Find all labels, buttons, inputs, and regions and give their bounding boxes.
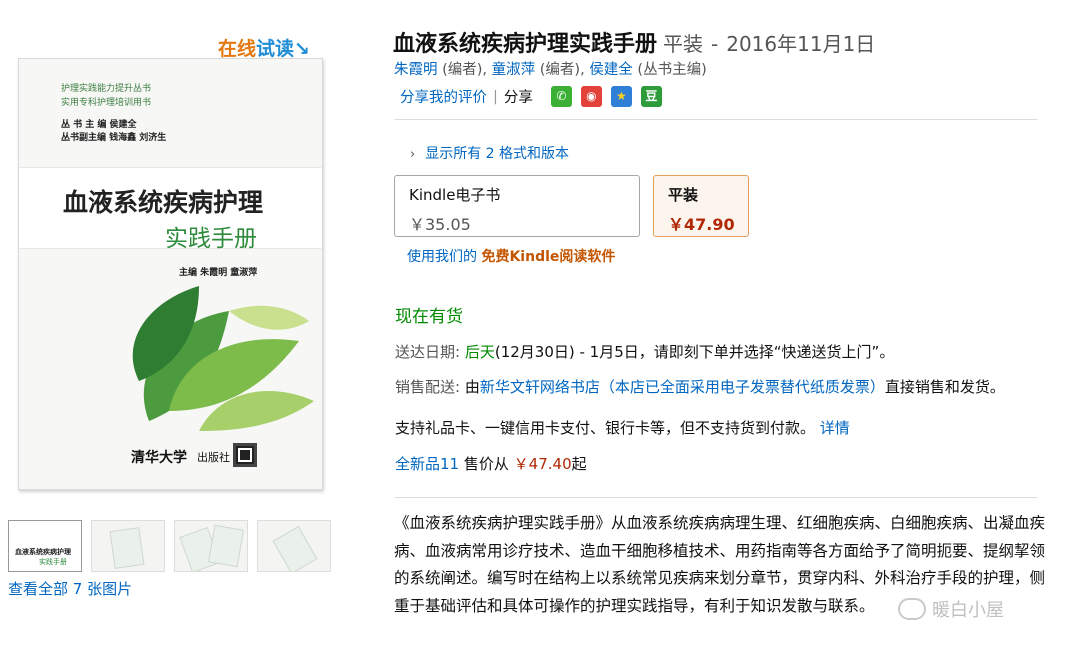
product-title-row: 血液系统疾病护理实践手册 平装 -2016年11月1日: [393, 26, 875, 58]
author-link[interactable]: 侯建全: [589, 62, 633, 78]
format-option-paperback[interactable]: 平装 ￥47.90: [653, 175, 749, 237]
trial-label-part2: 试读: [256, 38, 295, 60]
thumbnail-3[interactable]: [174, 520, 248, 572]
product-format: 平装: [663, 32, 704, 56]
format-price: ￥35.05: [409, 215, 471, 234]
wechat-icon[interactable]: ✆: [550, 86, 572, 107]
douban-icon[interactable]: 豆: [640, 86, 662, 107]
kindle-app-prefix: 使用我们的: [407, 249, 477, 265]
cover-editor-line1: 丛 书 主 编 侯建全: [61, 120, 137, 130]
thumbnail-2[interactable]: [91, 520, 165, 572]
seller-label: 销售配送:: [395, 378, 461, 396]
format-name: Kindle电子书: [409, 186, 501, 204]
author-role: (编者),: [539, 62, 585, 78]
show-all-formats-link[interactable]: › 显示所有 2 格式和版本: [410, 143, 569, 163]
book-photo-icon: [109, 527, 145, 569]
offers-text: 售价从: [463, 455, 509, 473]
seller-prefix: 由: [464, 378, 480, 396]
thumbnail-mini-title2: 实践手册: [39, 558, 67, 566]
see-all-images-link[interactable]: 查看全部 7 张图片: [8, 578, 132, 599]
leaf-illustration-icon: [132, 286, 314, 431]
thumbnail-1[interactable]: 血液系统疾病护理 实践手册: [8, 520, 82, 572]
seller-link[interactable]: 新华文轩网络书店（本店已全面采用电子发票替代纸质发票）: [480, 378, 885, 396]
publisher-suffix: 出版社: [197, 451, 230, 464]
show-all-formats-label: 显示所有 2 格式和版本: [425, 146, 570, 162]
title-separator: -: [711, 32, 719, 56]
book-cover-image[interactable]: 护理实践能力提升丛书 实用专科护理培训用书 丛 书 主 编 侯建全 丛书副主编 …: [18, 58, 323, 490]
cover-title-line1: 血液系统疾病护理: [63, 188, 264, 217]
author-role: (编者),: [442, 62, 488, 78]
qr-code-icon: [233, 443, 257, 467]
publisher-logo: 清华大学: [131, 450, 187, 466]
free-kindle-app-link[interactable]: 免费Kindle阅读软件: [481, 249, 615, 265]
delivery-day: 后天: [464, 343, 495, 361]
online-trial-read-link[interactable]: 在线试读↘: [218, 34, 310, 61]
offers-price: ￥47.40: [513, 455, 572, 473]
cover-title-line2: 实践手册: [165, 226, 257, 252]
payment-text: 支持礼品卡、一键信用卡支付、银行卡等，但不支持货到付款。: [395, 419, 816, 437]
payment-details-link[interactable]: 详情: [820, 419, 850, 437]
arrow-down-icon: ↘: [294, 38, 310, 60]
author-role: (丛书主编): [637, 62, 707, 78]
author-byline: 朱霞明 (编者), 童淑萍 (编者), 侯建全 (丛书主编): [394, 58, 707, 79]
format-option-kindle[interactable]: Kindle电子书 ￥35.05: [394, 175, 640, 237]
share-review-link[interactable]: 分享我的评价: [400, 86, 487, 107]
availability-status: 现在有货: [395, 307, 463, 327]
format-name: 平装: [668, 186, 699, 204]
share-row: 分享我的评价 | 分享 ✆ ◉ ★ 豆: [400, 86, 662, 107]
delivery-date-row: 送达日期: 后天(12月30日) - 1月5日，请即刻下单并选择“快递送货上门”…: [395, 341, 894, 362]
offers-suffix: 起: [571, 455, 587, 473]
book-photo-icon: [272, 526, 318, 571]
thumbnail-4[interactable]: [257, 520, 331, 572]
trial-label-part1: 在线: [218, 38, 257, 60]
new-offers-link[interactable]: 全新品11: [395, 455, 459, 473]
star-icon[interactable]: ★: [610, 86, 632, 107]
cover-editor-line2: 丛书副主编 钱海鑫 刘济生: [61, 133, 167, 143]
share-label: 分享: [503, 90, 533, 106]
new-offers-row: 全新品11 售价从 ￥47.40起: [395, 453, 587, 474]
seller-row: 销售配送: 由新华文轩网络书店（本店已全面采用电子发票替代纸质发票）直接销售和发…: [395, 376, 1005, 397]
cover-series-line1: 护理实践能力提升丛书: [61, 84, 152, 94]
product-title: 血液系统疾病护理实践手册: [393, 32, 658, 57]
kindle-app-promo: 使用我们的 免费Kindle阅读软件: [407, 246, 615, 266]
watermark: 暖白小屋: [898, 596, 1004, 622]
thumbnail-mini-title1: 血液系统疾病护理: [15, 548, 71, 556]
seller-suffix: 直接销售和发货。: [884, 378, 1005, 396]
publish-date: 2016年11月1日: [726, 32, 876, 56]
chevron-right-icon: ›: [410, 147, 416, 162]
author-link[interactable]: 童淑萍: [492, 62, 536, 78]
delivery-text: (12月30日) - 1月5日，请即刻下单并选择“快递送货上门”。: [494, 343, 895, 361]
cover-authors: 主编 朱霞明 童淑萍: [179, 268, 258, 278]
share-divider: |: [493, 88, 498, 105]
delivery-label: 送达日期:: [395, 343, 461, 361]
payment-info-row: 支持礼品卡、一键信用卡支付、银行卡等，但不支持货到付款。 详情: [395, 417, 850, 438]
watermark-text: 暖白小屋: [932, 600, 1004, 621]
cover-series-line2: 实用专科护理培训用书: [61, 98, 152, 108]
wechat-watermark-icon: [898, 598, 926, 620]
divider: [395, 119, 1037, 120]
weibo-icon[interactable]: ◉: [580, 86, 602, 107]
divider: [395, 497, 1037, 498]
format-price: ￥47.90: [668, 215, 735, 234]
book-photo-icon: [207, 524, 245, 568]
author-link[interactable]: 朱霞明: [394, 62, 438, 78]
